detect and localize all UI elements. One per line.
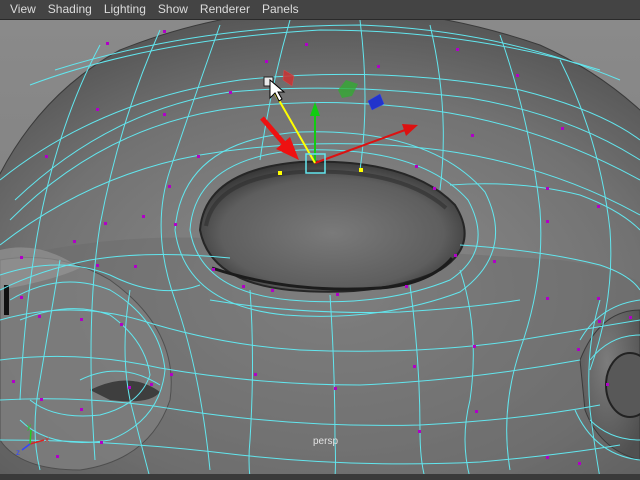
mesh-edge-shadow bbox=[4, 285, 9, 315]
viewport-bottom-strip bbox=[0, 474, 640, 480]
menu-shading[interactable]: Shading bbox=[42, 0, 98, 19]
axis-y-label: y bbox=[27, 422, 31, 431]
menu-renderer[interactable]: Renderer bbox=[194, 0, 256, 19]
panel-menu-bar: View Shading Lighting Show Renderer Pane… bbox=[0, 0, 640, 20]
menu-panels[interactable]: Panels bbox=[256, 0, 305, 19]
scene-canvas[interactable]: x y z bbox=[0, 20, 640, 480]
axis-x-label: x bbox=[45, 435, 49, 444]
camera-name-label: persp bbox=[313, 436, 339, 447]
axis-z-label: z bbox=[16, 448, 20, 457]
perspective-viewport[interactable]: x y z bbox=[0, 20, 640, 480]
maya-window: View Shading Lighting Show Renderer Pane… bbox=[0, 0, 640, 480]
menu-view[interactable]: View bbox=[0, 0, 42, 19]
menu-show[interactable]: Show bbox=[152, 0, 194, 19]
menu-lighting[interactable]: Lighting bbox=[98, 0, 152, 19]
